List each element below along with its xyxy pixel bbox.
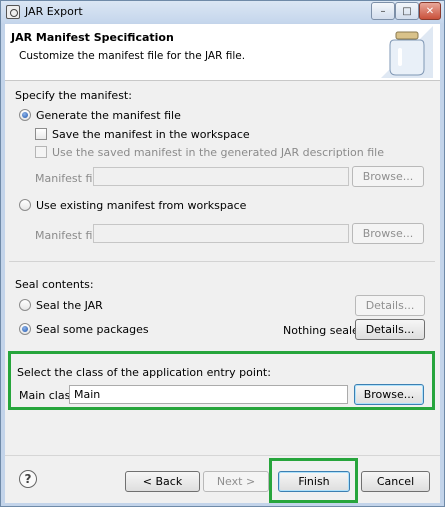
page-title: JAR Manifest Specification — [11, 31, 174, 44]
eclipse-icon — [6, 5, 20, 19]
manifest-file-field[interactable] — [93, 167, 349, 186]
seal-jar-radio[interactable] — [19, 299, 31, 311]
wizard-header: JAR Manifest Specification Customize the… — [5, 24, 440, 81]
help-icon[interactable]: ? — [19, 470, 37, 488]
specify-manifest-label: Specify the manifest: — [15, 89, 132, 102]
use-existing-manifest-label: Use existing manifest from workspace — [36, 199, 247, 212]
wizard-footer: ? < Back Next > Finish Cancel — [5, 455, 440, 503]
window-title: JAR Export — [25, 5, 83, 18]
generate-manifest-radio[interactable] — [19, 109, 31, 121]
maximize-icon: □ — [402, 5, 412, 17]
save-manifest-checkbox[interactable] — [35, 128, 47, 140]
generate-manifest-label: Generate the manifest file — [36, 109, 181, 122]
close-icon: ✕ — [425, 5, 435, 17]
use-saved-manifest-label: Use the saved manifest in the generated … — [52, 146, 384, 159]
minimize-button[interactable]: – — [371, 2, 395, 20]
wizard-content: Specify the manifest: Generate the manif… — [5, 81, 440, 455]
seal-some-packages-radio[interactable] — [19, 323, 31, 335]
seal-some-details-button[interactable]: Details... — [355, 319, 425, 340]
close-button[interactable]: ✕ — [419, 2, 441, 20]
seal-status-text: Nothing sealed — [283, 324, 366, 337]
jar-icon — [381, 26, 433, 78]
existing-manifest-file-field[interactable] — [93, 224, 349, 243]
main-class-field[interactable]: Main — [69, 385, 348, 404]
existing-manifest-browse-button[interactable]: Browse... — [352, 223, 424, 244]
use-saved-manifest-checkbox[interactable] — [35, 146, 47, 158]
entry-point-label: Select the class of the application entr… — [17, 366, 271, 379]
main-class-browse-button[interactable]: Browse... — [354, 384, 424, 405]
page-description: Customize the manifest file for the JAR … — [19, 50, 246, 62]
finish-button[interactable]: Finish — [278, 471, 350, 492]
manifest-browse-button[interactable]: Browse... — [352, 166, 424, 187]
cancel-button[interactable]: Cancel — [361, 471, 430, 492]
seal-contents-label: Seal contents: — [15, 278, 94, 291]
minimize-icon: – — [380, 5, 386, 17]
title-bar[interactable]: JAR Export – □ ✕ — [1, 1, 444, 23]
divider — [9, 261, 435, 262]
next-button[interactable]: Next > — [203, 471, 269, 492]
use-existing-manifest-radio[interactable] — [19, 199, 31, 211]
jar-export-dialog: JAR Export – □ ✕ JAR Manifest Specificat… — [0, 0, 445, 507]
save-manifest-label: Save the manifest in the workspace — [52, 128, 250, 141]
maximize-button[interactable]: □ — [395, 2, 419, 20]
seal-some-packages-label: Seal some packages — [36, 323, 149, 336]
seal-jar-details-button[interactable]: Details... — [355, 295, 425, 316]
seal-jar-label: Seal the JAR — [36, 299, 103, 312]
back-button[interactable]: < Back — [125, 471, 200, 492]
